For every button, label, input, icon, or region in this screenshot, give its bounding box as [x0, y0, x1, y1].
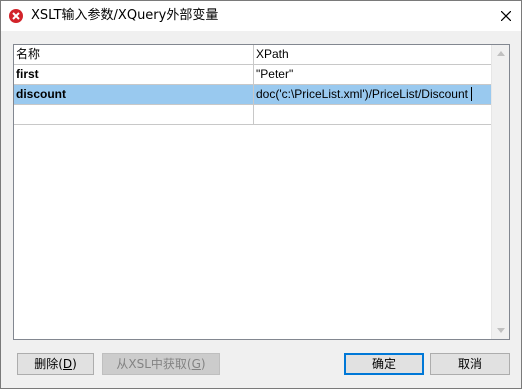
delete-button[interactable]: 删除(D)	[17, 353, 94, 375]
table-row-xpath[interactable]	[254, 105, 492, 124]
chevron-up-icon	[496, 51, 505, 56]
close-button[interactable]	[491, 1, 521, 31]
scroll-down-button[interactable]	[492, 322, 509, 339]
table-row-name[interactable]	[14, 105, 254, 124]
vertical-scrollbar[interactable]	[491, 45, 509, 339]
parameters-grid[interactable]: 名称 XPath first "Peter" discount doc('c:\…	[13, 44, 510, 340]
close-icon	[501, 11, 511, 21]
title-bar: XSLT输入参数/XQuery外部变量	[1, 1, 521, 31]
column-header-xpath[interactable]: XPath	[254, 45, 492, 64]
chevron-down-icon	[496, 328, 505, 333]
scroll-up-button[interactable]	[492, 45, 509, 62]
ok-button[interactable]: 确定	[344, 353, 424, 375]
window-title: XSLT输入参数/XQuery外部变量	[31, 8, 219, 23]
table-row-xpath-editor[interactable]: doc('c:\PriceList.xml')/PriceList/Discou…	[254, 85, 492, 104]
xmlspy-logo-icon	[9, 9, 23, 23]
dialog-window: XSLT输入参数/XQuery外部变量 名称 XPath first "Pete…	[0, 0, 522, 389]
table-row-name[interactable]: discount	[14, 85, 254, 104]
table-row-name[interactable]: first	[14, 65, 254, 84]
cancel-button[interactable]: 取消	[430, 353, 510, 375]
table-row-xpath[interactable]: "Peter"	[254, 65, 492, 84]
get-from-xsl-button[interactable]: 从XSL中获取(G)	[102, 353, 220, 375]
column-header-name[interactable]: 名称	[14, 45, 254, 64]
text-caret	[471, 87, 472, 101]
